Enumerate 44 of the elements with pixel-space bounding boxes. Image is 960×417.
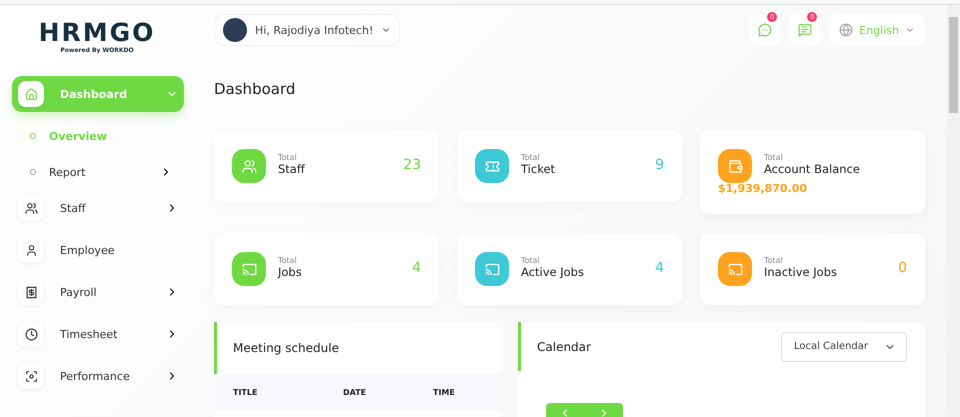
stat-value: 23 (403, 157, 421, 173)
stat-value: 4 (412, 260, 421, 276)
clock-icon (24, 328, 38, 340)
sidebar-item[interactable]: Timesheet (12, 316, 184, 352)
stat-caption: Total (764, 256, 784, 265)
stat-label: Active Jobs (521, 265, 585, 279)
panel-title: Calendar (537, 340, 592, 354)
stat-label: Jobs (278, 265, 303, 279)
user-menu[interactable]: Hi, Rajodiya Infotech! (214, 14, 400, 46)
user-icon (24, 244, 38, 256)
stat-label: Staff (278, 162, 306, 176)
stat-value: 0 (898, 260, 907, 276)
panel-title: Meeting schedule (233, 341, 340, 355)
column-header: TITLE (233, 388, 258, 396)
stat-value: $1,939,870.00 (718, 182, 808, 195)
message-icon (798, 23, 812, 37)
receipt-icon (24, 286, 38, 298)
column-header: DATE (343, 388, 368, 396)
stat-caption: Total (521, 153, 541, 162)
stat-label: Ticket (521, 162, 556, 176)
sidebar-item[interactable]: Performance (12, 358, 184, 394)
sidebar-item[interactable]: Payroll (12, 274, 184, 310)
stat-value: 4 (655, 260, 664, 276)
stat-caption: Total (278, 153, 298, 162)
stat-caption: Total (764, 153, 784, 162)
sidebar-subitem[interactable]: Report (12, 154, 184, 190)
calendar-nav-buttons[interactable] (546, 403, 623, 417)
users-icon (24, 202, 38, 214)
scrollbar[interactable] (947, 5, 960, 417)
stat-caption: Total (278, 256, 298, 265)
stat-caption: Total (521, 256, 541, 265)
focus-icon (24, 370, 38, 382)
sidebar-item[interactable]: Employee (12, 232, 184, 268)
chat-icon (758, 23, 772, 37)
home-icon (24, 88, 38, 100)
column-header: TIME (433, 388, 456, 396)
stat-label: Account Balance (764, 162, 861, 176)
page-title: Dashboard (214, 80, 296, 98)
calendar-select[interactable]: Local Calendar (780, 332, 907, 362)
stat-label: Inactive Jobs (764, 265, 838, 279)
avatar (223, 18, 247, 42)
stat-value: 9 (655, 157, 664, 173)
globe-icon (839, 23, 854, 37)
sidebar-item[interactable]: Staff (12, 190, 184, 226)
